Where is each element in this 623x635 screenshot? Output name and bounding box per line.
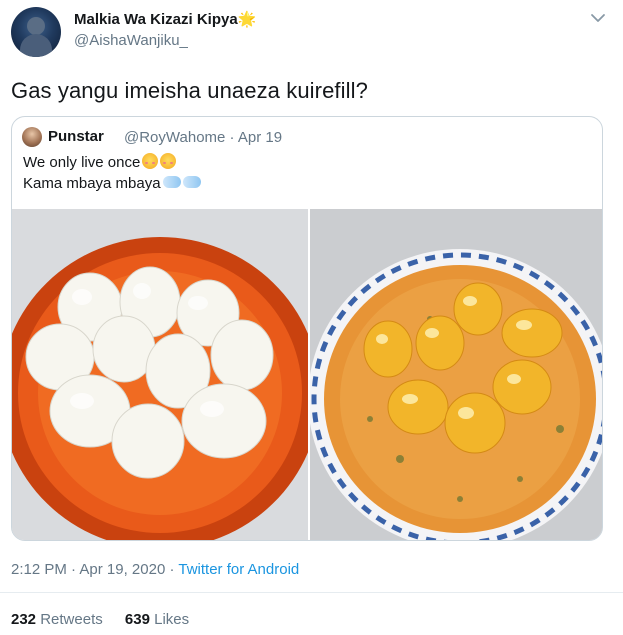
avatar-figure [27, 17, 45, 35]
meta-separator: · [66, 561, 80, 578]
divider [0, 592, 623, 593]
likes-label: Likes [154, 611, 190, 628]
author-avatar[interactable] [11, 7, 61, 57]
tweet-date[interactable]: Apr 19, 2020 [79, 561, 165, 578]
author-name-text: Malkia Wa Kizazi Kipya [74, 11, 238, 28]
quoted-line-1-text: We only live once [23, 154, 141, 171]
smiling-blush-emoji-icon [160, 153, 177, 169]
quoted-line-2-text: Kama mbaya mbaya [23, 175, 161, 192]
chevron-down-icon[interactable] [588, 8, 608, 28]
author-handle[interactable]: @AishaWanjiku_ [74, 32, 188, 49]
photo-boiled-eggs[interactable] [12, 209, 308, 540]
tweet-stats: 232 Retweets 639 Likes [11, 611, 207, 628]
star-badge-icon: 🌟 [237, 11, 257, 28]
dash-emoji-icon [182, 176, 201, 188]
dash-emoji-icon [162, 176, 181, 188]
meta-separator: · [165, 561, 179, 578]
quoted-tweet-card[interactable]: Punstar @RoyWahome · Apr 19 We only live… [11, 116, 603, 541]
author-display-name[interactable]: Malkia Wa Kizazi Kipya🌟 [74, 10, 256, 28]
photo-egg-curry[interactable] [310, 209, 602, 540]
tweet-text: Gas yangu imeisha unaeza kuirefill? [11, 78, 368, 103]
smiling-blush-emoji-icon [142, 153, 159, 169]
boiled-eggs-illustration [12, 209, 308, 540]
retweets-count: 232 [11, 611, 37, 628]
tweet-time[interactable]: 2:12 PM [11, 561, 67, 578]
quoted-media [12, 209, 602, 540]
likes-count: 639 [124, 611, 150, 628]
tweet-timestamp: 2:12 PM · Apr 19, 2020 · Twitter for And… [11, 561, 299, 578]
quoted-text-line-1: We only live once [23, 153, 177, 171]
quoted-author-meta: @RoyWahome · Apr 19 [124, 129, 282, 146]
quoted-author-avatar[interactable] [22, 127, 42, 147]
likes-stat[interactable]: 639 Likes [125, 611, 189, 628]
quoted-author-name[interactable]: Punstar [48, 128, 104, 145]
retweets-stat[interactable]: 232 Retweets [11, 611, 103, 628]
quoted-date: · Apr 19 [229, 129, 283, 146]
retweets-label: Retweets [40, 611, 103, 628]
quoted-author-handle[interactable]: @RoyWahome [124, 129, 225, 146]
tweet-source-link[interactable]: Twitter for Android [178, 561, 299, 578]
quoted-text-line-2: Kama mbaya mbaya [23, 175, 201, 192]
avatar-figure-body [20, 34, 52, 57]
egg-curry-illustration [310, 209, 602, 540]
